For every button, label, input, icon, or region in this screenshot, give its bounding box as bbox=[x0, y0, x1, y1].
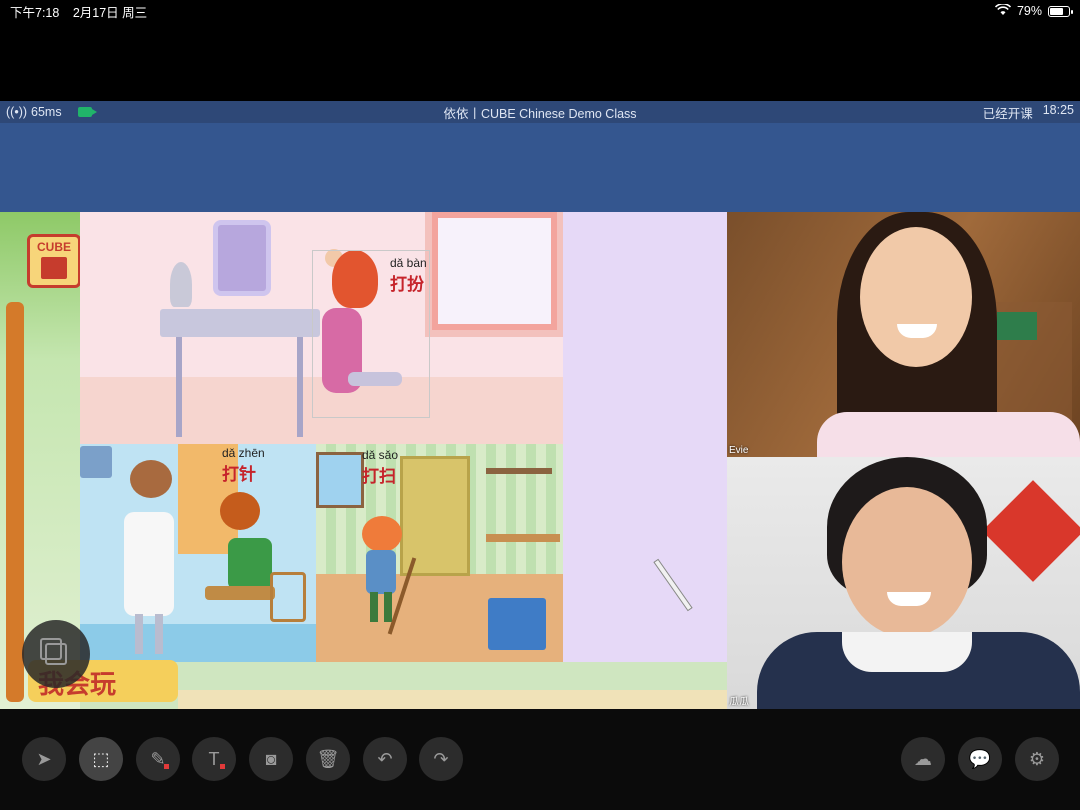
layers-icon bbox=[40, 638, 67, 665]
undo-tool-button[interactable]: ↶ bbox=[363, 737, 407, 781]
select-tool-button[interactable]: ⬚ bbox=[79, 737, 123, 781]
tree-trunk-decoration bbox=[6, 302, 24, 702]
pinyin-dasao: dǎ sǎo bbox=[362, 448, 399, 462]
status-time: 下午7:18 bbox=[10, 5, 60, 20]
settings-button[interactable]: ⚙ bbox=[1015, 737, 1059, 781]
select-icon: ⬚ bbox=[92, 748, 110, 769]
cursor-icon: ➤ bbox=[36, 748, 52, 769]
pinyin-daban: dǎ bàn bbox=[390, 256, 427, 270]
latency-value: 65ms bbox=[31, 105, 62, 119]
pointer-tool-button[interactable]: ➤ bbox=[22, 737, 66, 781]
scene-injection[interactable]: dǎ zhēn 打针 bbox=[80, 444, 316, 662]
screenshot-tool-button[interactable]: ◙ bbox=[249, 737, 293, 781]
scene-sweeping[interactable]: dǎ sǎo 打扫 bbox=[316, 444, 564, 662]
wifi-icon bbox=[994, 2, 1012, 19]
scene-injection-label: dǎ zhēn 打针 bbox=[222, 446, 265, 485]
drag-area[interactable] bbox=[563, 212, 727, 662]
gear-icon: ⚙ bbox=[1028, 748, 1046, 769]
camera-icon: ◙ bbox=[265, 748, 277, 769]
elapsed-label: 已经开课 bbox=[982, 106, 1033, 121]
board-bottom-decoration bbox=[178, 690, 727, 709]
class-header-bar: ((•)) 65ms 依依丨CUBE Chinese Demo Class 已经… bbox=[0, 101, 1080, 123]
lesson-board[interactable]: CUBE dǎ bàn 打扮 dǎ zhēn 打针 dǎ sǎo 打扫 我会玩 bbox=[0, 212, 727, 709]
cube-logo: CUBE bbox=[27, 234, 81, 288]
signal-icon: ((•)) bbox=[6, 105, 28, 119]
camera-icon[interactable] bbox=[77, 107, 97, 117]
participant-name: 瓜瓜 bbox=[729, 697, 749, 708]
redo-tool-button[interactable]: ↷ bbox=[419, 737, 463, 781]
ios-status-bar: 下午7:18 2月17日 周三 79% bbox=[0, 0, 1080, 22]
undo-icon: ↶ bbox=[377, 748, 393, 769]
battery-percent: 79% bbox=[1016, 4, 1042, 18]
text-tool-button[interactable]: T bbox=[192, 737, 236, 781]
redo-icon: ↷ bbox=[433, 748, 449, 769]
chat-icon: 💬 bbox=[968, 748, 992, 769]
pinyin-dazhen: dǎ zhēn bbox=[222, 446, 265, 460]
delete-tool-button[interactable]: 🗑 bbox=[306, 737, 350, 781]
window-switch-button[interactable] bbox=[22, 620, 90, 688]
hanzi-dazhen: 打针 bbox=[222, 465, 256, 484]
logo-text: CUBE bbox=[36, 240, 71, 254]
text-icon: T bbox=[208, 748, 220, 769]
hanzi-dasao: 打扫 bbox=[362, 467, 396, 486]
trash-icon: 🗑 bbox=[316, 748, 340, 769]
hanzi-daban: 打扮 bbox=[390, 275, 424, 294]
network-latency: ((•)) 65ms bbox=[6, 105, 62, 119]
participant-name: Evie bbox=[729, 445, 749, 456]
scene-dress-up-label: dǎ bàn 打扮 bbox=[390, 256, 427, 295]
courseware-header-area bbox=[0, 123, 1080, 212]
battery-icon bbox=[1048, 5, 1073, 17]
color-indicator bbox=[220, 764, 225, 769]
elapsed-time: 18:25 bbox=[1042, 102, 1074, 117]
video-tile-teacher[interactable]: 瓜瓜 bbox=[727, 457, 1080, 709]
pen-tool-button[interactable]: ✎ bbox=[136, 737, 180, 781]
color-indicator bbox=[164, 764, 169, 769]
cloud-icon: ☁ bbox=[914, 748, 932, 769]
chat-button[interactable]: 💬 bbox=[958, 737, 1002, 781]
video-tile-student[interactable]: Evie bbox=[727, 212, 1080, 457]
class-title: 依依丨CUBE Chinese Demo Class bbox=[443, 106, 637, 121]
cloud-button[interactable]: ☁ bbox=[901, 737, 945, 781]
status-date: 2月17日 周三 bbox=[72, 5, 148, 20]
scene-sweeping-label: dǎ sǎo 打扫 bbox=[362, 448, 398, 487]
scene-dress-up[interactable]: dǎ bàn 打扮 bbox=[80, 212, 564, 444]
